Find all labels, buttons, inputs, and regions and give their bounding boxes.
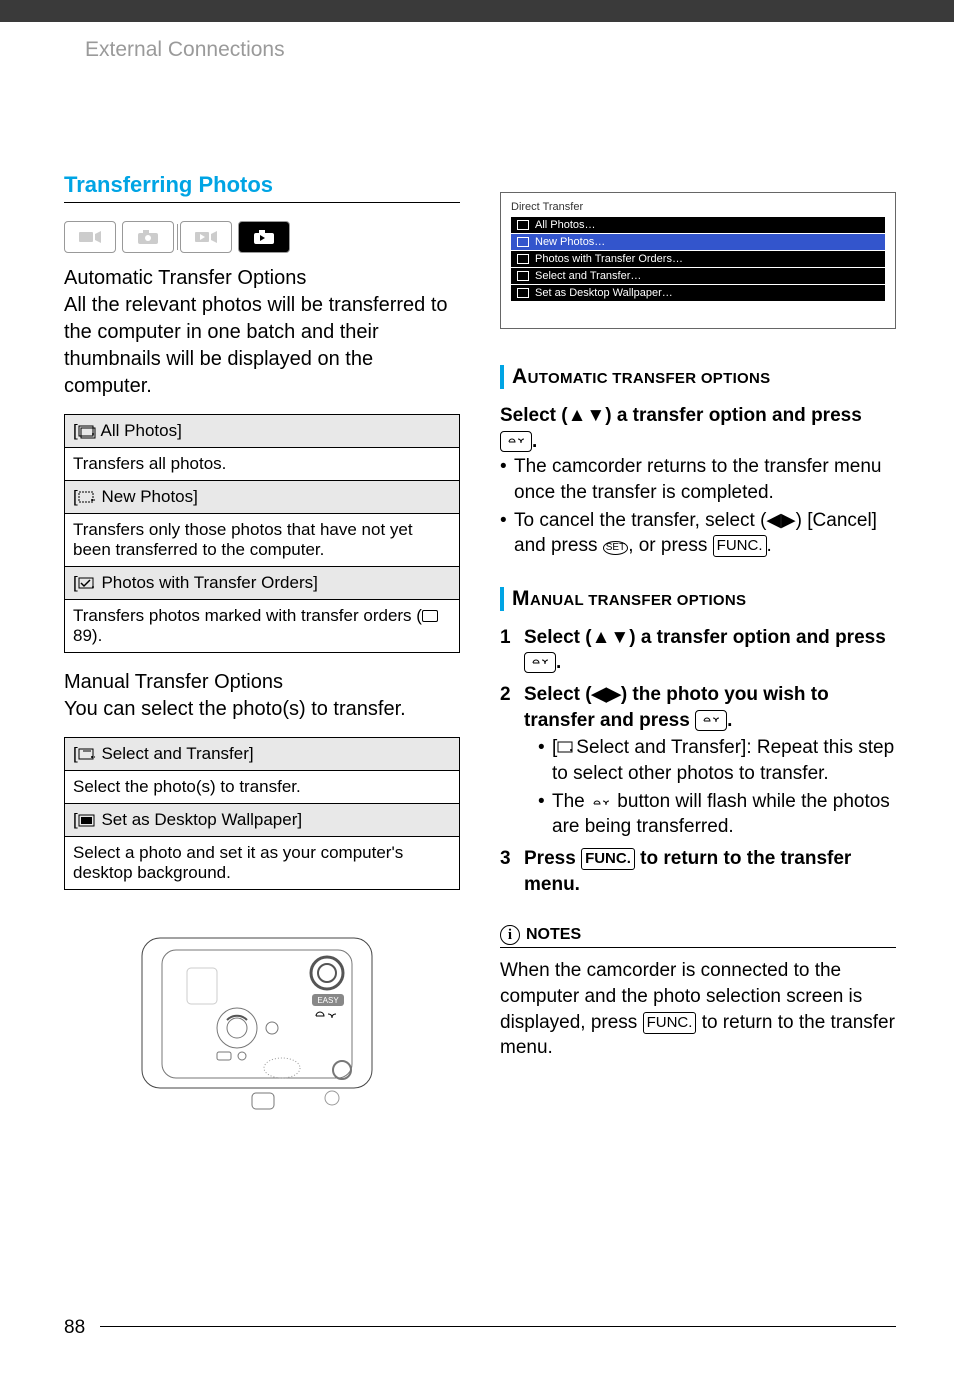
select-transfer-icon — [557, 741, 575, 755]
opt-desc: Select the photo(s) to transfer. — [65, 771, 460, 804]
table-row: [ Select and Transfer] — [65, 738, 460, 771]
select-transfer-icon — [78, 748, 96, 762]
func-button-icon: FUNC. — [643, 1012, 697, 1034]
transfer-orders-icon — [517, 254, 529, 264]
auto-bar-heading: AUTOMATIC TRANSFER OPTIONS — [500, 365, 896, 389]
section-title: Transferring Photos — [64, 172, 460, 203]
screenshot-title: Direct Transfer — [511, 201, 885, 213]
manual-instructions: Select (▲▼) a transfer option and press … — [500, 625, 896, 897]
right-column: Direct Transfer All Photos… New Photos… … — [500, 172, 896, 1118]
opt-label: All Photos] — [101, 421, 182, 440]
manual-options-table: [ Select and Transfer] Select the photo(… — [64, 737, 460, 890]
page-rule — [100, 1326, 896, 1327]
auto-body: All the relevant photos will be transfer… — [64, 292, 460, 400]
step: Select (▲▼) a transfer option and press … — [500, 625, 896, 676]
opt-desc: Transfers only those photos that have no… — [65, 514, 460, 567]
auto-options-table: [ All Photos] Transfers all photos. [ Ne… — [64, 414, 460, 653]
mode-video-play-icon — [180, 221, 232, 253]
all-photos-icon — [78, 425, 96, 439]
direct-transfer-screenshot: Direct Transfer All Photos… New Photos… … — [500, 192, 896, 329]
up-down-icon: ▲▼ — [568, 405, 606, 426]
manual-bar-heading: MANUAL TRANSFER OPTIONS — [500, 587, 896, 611]
bullet: The camcorder returns to the transfer me… — [500, 454, 896, 505]
auto-heading: Automatic Transfer Options — [64, 267, 460, 290]
opt-desc: Transfers all photos. — [65, 448, 460, 481]
top-bar — [0, 0, 954, 22]
step: Select (◀▶) the photo you wish to transf… — [500, 682, 896, 840]
manual-heading: Manual Transfer Options — [64, 671, 460, 694]
all-photos-icon — [517, 220, 529, 230]
print-transfer-button-icon — [695, 710, 727, 731]
table-row: [ Photos with Transfer Orders] — [65, 567, 460, 600]
camcorder-illustration: EASY — [64, 928, 460, 1118]
opt-desc: Select a photo and set it as your comput… — [65, 837, 460, 890]
select-transfer-icon — [517, 271, 529, 281]
manual-ref-icon — [422, 610, 438, 622]
sub-bullet: [Select and Transfer]: Repeat this step … — [538, 735, 896, 786]
table-row: [ Set as Desktop Wallpaper] — [65, 804, 460, 837]
mode-photo-rec-icon — [122, 221, 174, 253]
info-icon: i — [500, 925, 520, 945]
list-item: Select and Transfer… — [511, 268, 885, 284]
print-transfer-button-icon — [500, 431, 532, 452]
step: Press FUNC. to return to the transfer me… — [500, 846, 896, 897]
opt-label: New Photos] — [101, 487, 197, 506]
opt-label: Set as Desktop Wallpaper] — [101, 810, 302, 829]
manual-body: You can select the photo(s) to transfer. — [64, 696, 460, 723]
list-item: Set as Desktop Wallpaper… — [511, 285, 885, 301]
set-button-icon: SET — [603, 541, 628, 555]
mode-photo-play-icon — [238, 221, 290, 253]
sub-bullet: The button will flash while the photos a… — [538, 789, 896, 840]
print-transfer-glyph-icon — [590, 791, 612, 812]
list-item: New Photos… — [511, 234, 885, 250]
print-transfer-button-icon — [524, 652, 556, 673]
notes-label: NOTES — [526, 926, 581, 944]
left-right-icon: ◀▶ — [766, 510, 795, 531]
mode-video-rec-icon — [64, 221, 116, 253]
wallpaper-icon — [78, 814, 96, 828]
list-item: All Photos… — [511, 217, 885, 233]
transfer-orders-icon — [78, 577, 96, 591]
func-button-icon: FUNC. — [581, 848, 635, 870]
up-down-icon: ▲▼ — [592, 627, 630, 648]
new-photos-icon — [78, 491, 96, 505]
mode-row — [64, 221, 460, 253]
func-button-icon: FUNC. — [713, 535, 767, 557]
bullet: To cancel the transfer, select (◀▶) [Can… — [500, 508, 896, 559]
table-row: [ New Photos] — [65, 481, 460, 514]
wallpaper-icon — [517, 288, 529, 298]
new-photos-icon — [517, 237, 529, 247]
breadcrumb: External Connections — [85, 38, 285, 62]
opt-label: Photos with Transfer Orders] — [101, 573, 317, 592]
notes-body: When the camcorder is connected to the c… — [500, 958, 896, 1061]
auto-instructions: Select (▲▼) a transfer option and press … — [500, 403, 896, 559]
opt-label: Select and Transfer] — [101, 744, 253, 763]
left-column: Transferring Photos Automatic Transfer O… — [64, 172, 460, 1118]
table-row: [ All Photos] — [65, 415, 460, 448]
notes-heading: i NOTES — [500, 925, 896, 948]
opt-desc: Transfers photos marked with transfer or… — [65, 600, 460, 653]
svg-text:EASY: EASY — [317, 996, 339, 1005]
left-right-icon: ◀▶ — [592, 684, 621, 705]
page-number: 88 — [64, 1317, 85, 1339]
list-item: Photos with Transfer Orders… — [511, 251, 885, 267]
